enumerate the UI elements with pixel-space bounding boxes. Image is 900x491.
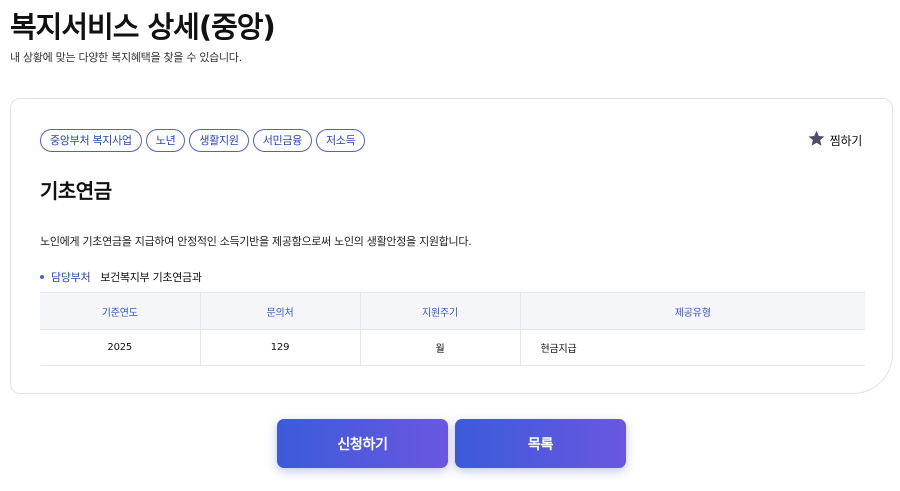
service-info-table: 기준연도 문의처 지원주기 제공유형 2025 129 월 현금지급 [40,292,865,366]
header-provision-type: 제공유형 [519,292,865,330]
service-name: 기초연금 [40,179,112,203]
bullet-dot-icon [40,275,44,279]
header-contact: 문의처 [199,292,360,330]
favorite-label: 찜하기 [829,134,863,148]
star-icon [807,129,826,152]
cell-support-cycle: 월 [359,329,520,366]
tag-low-income[interactable]: 저소득 [315,129,366,152]
tag-public-finance[interactable]: 서민금융 [252,129,312,152]
page-subtitle: 내 상황에 맞는 다양한 복지혜택을 찾을 수 있습니다. [10,51,242,64]
department-value: 보건복지부 기초연금과 [100,271,202,284]
cell-contact: 129 [199,329,360,366]
department-label: 담당부처 [51,271,91,284]
favorite-button[interactable]: 찜하기 [807,129,862,152]
list-button[interactable]: 목록 [455,419,626,468]
header-base-year: 기준연도 [40,292,200,330]
service-description: 노인에게 기초연금을 지급하여 안정적인 소득기반을 제공함으로써 노인의 생활… [40,235,472,248]
tag-living-support[interactable]: 생활지원 [189,129,249,152]
tag-list: 중앙부처 복지사업 노년 생활지원 서민금융 저소득 [40,129,366,152]
apply-button[interactable]: 신청하기 [277,419,448,468]
page-title: 복지서비스 상세(중앙) [10,10,276,44]
department-info: 담당부처 보건복지부 기초연금과 [40,269,202,285]
service-detail-card: 중앙부처 복지사업 노년 생활지원 서민금융 저소득 찜하기 기초연금 노인에게… [10,98,893,394]
cell-provision-type: 현금지급 [519,329,865,366]
tag-elderly[interactable]: 노년 [145,129,186,152]
header-support-cycle: 지원주기 [359,292,520,330]
table-row: 2025 129 월 현금지급 [40,329,865,366]
cell-base-year: 2025 [40,329,200,366]
table-header-row: 기준연도 문의처 지원주기 제공유형 [40,292,865,330]
tag-central-welfare[interactable]: 중앙부처 복지사업 [40,129,142,152]
